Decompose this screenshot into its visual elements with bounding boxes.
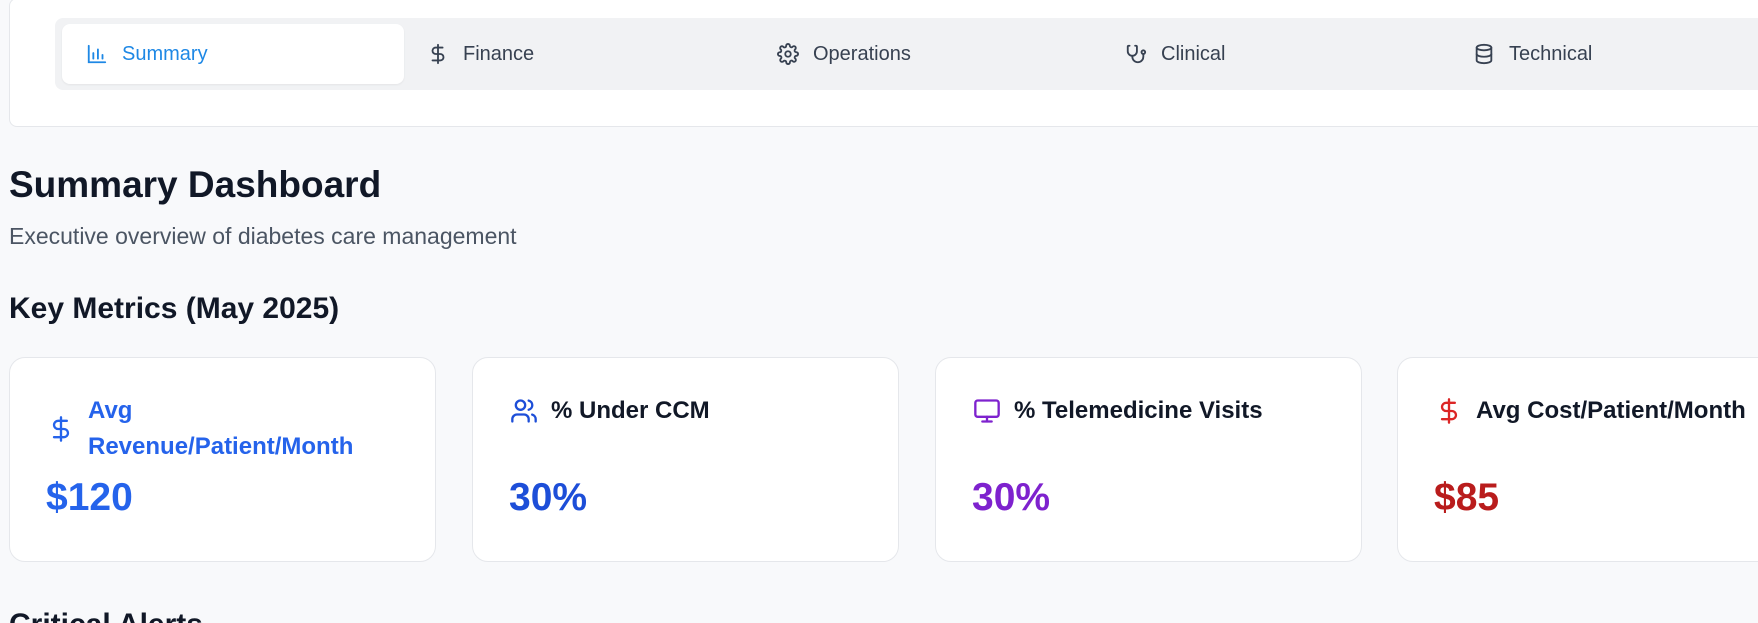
database-icon <box>1473 43 1495 65</box>
metric-card-telemedicine: % Telemedicine Visits 30% <box>935 357 1362 562</box>
metric-label: % Telemedicine Visits <box>1014 397 1263 424</box>
tab-label: Operations <box>813 42 911 65</box>
metric-label: % Under CCM <box>551 397 710 424</box>
tab-bar: Summary Finance Operations Clinical Tech… <box>55 18 1758 90</box>
dollar-icon <box>427 43 449 65</box>
dollar-icon <box>46 414 76 444</box>
tab-label: Technical <box>1509 42 1593 65</box>
tab-label: Clinical <box>1161 42 1226 65</box>
tab-finance[interactable]: Finance <box>427 24 534 84</box>
page-title: Summary Dashboard <box>9 164 382 205</box>
dollar-icon <box>1434 396 1464 426</box>
navigation-card: Summary Finance Operations Clinical Tech… <box>9 0 1758 127</box>
tab-clinical[interactable]: Clinical <box>1125 24 1225 84</box>
metric-value: $85 <box>1434 476 1500 519</box>
tab-operations[interactable]: Operations <box>777 24 911 84</box>
metric-label: Avg Cost/Patient/Month <box>1476 397 1746 424</box>
page-subtitle: Executive overview of diabetes care mana… <box>9 223 517 249</box>
monitor-icon <box>972 396 1002 426</box>
critical-alerts-heading: Critical Alerts <box>9 608 203 623</box>
metric-label: Avg Revenue/Patient/Month <box>88 397 354 460</box>
key-metrics-heading: Key Metrics (May 2025) <box>9 292 340 325</box>
tab-label: Finance <box>463 42 535 65</box>
tab-label: Summary <box>122 42 208 65</box>
metric-card-under-ccm: % Under CCM 30% <box>472 357 899 562</box>
tab-summary[interactable]: Summary <box>62 24 404 84</box>
metric-card-avg-revenue: Avg Revenue/Patient/Month $120 <box>9 357 436 562</box>
bar-chart-icon <box>86 43 108 65</box>
tab-technical[interactable]: Technical <box>1473 24 1592 84</box>
metric-value: 30% <box>972 476 1051 519</box>
metric-value: $120 <box>46 476 133 519</box>
metric-card-avg-cost: Avg Cost/Patient/Month $85 <box>1397 357 1758 562</box>
metric-value: 30% <box>509 476 588 519</box>
gear-icon <box>777 43 799 65</box>
stethoscope-icon <box>1125 43 1147 65</box>
users-icon <box>509 396 539 426</box>
